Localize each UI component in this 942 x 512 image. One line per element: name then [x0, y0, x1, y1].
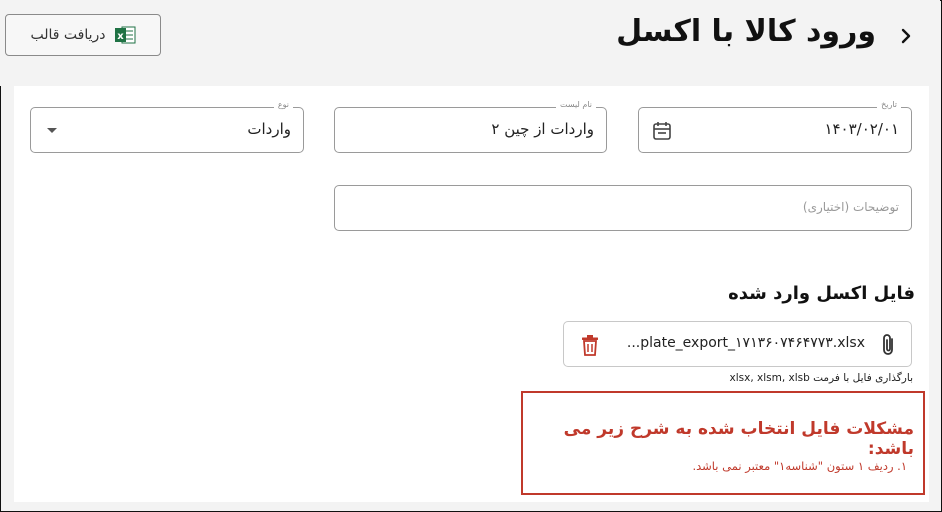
description-placeholder: توضیحات (اختیاری) — [802, 200, 899, 214]
paperclip-icon — [883, 334, 893, 355]
chevron-down-icon[interactable] — [47, 128, 57, 133]
uploaded-file-chip: ...plate_export_۱۷۱۳۶۰۷۴۶۴۷۷۳.xlsx — [563, 321, 912, 367]
calendar-icon[interactable] — [651, 120, 673, 142]
type-select[interactable]: نوع واردات — [30, 100, 304, 153]
page-header: ورود کالا با اکسل x دریافت قالب — [0, 0, 940, 86]
page-title: ورود کالا با اکسل — [616, 14, 876, 49]
svg-text:x: x — [117, 31, 124, 42]
trash-icon[interactable] — [580, 333, 600, 357]
list-name-field[interactable]: نام لیست واردات از چین ۲ — [334, 100, 607, 153]
chevron-right-icon[interactable] — [896, 26, 916, 46]
uploaded-file-title: فایل اکسل وارد شده — [728, 283, 915, 304]
list-name-legend: نام لیست — [555, 100, 596, 109]
type-legend: نوع — [273, 100, 293, 109]
type-value: واردات — [247, 120, 291, 138]
file-name: ...plate_export_۱۷۱۳۶۰۷۴۶۴۷۷۳.xlsx — [626, 335, 865, 351]
download-template-label: دریافت قالب — [30, 27, 106, 43]
error-title: مشکلات فایل انتخاب شده به شرح زیر می باش… — [563, 419, 914, 459]
description-field[interactable]: توضیحات (اختیاری) — [334, 185, 912, 231]
format-hint: بارگذاری فایل با فرمت xlsx, xlsm, xlsb — [729, 372, 914, 384]
excel-icon: x — [114, 26, 136, 44]
error-panel: مشکلات فایل انتخاب شده به شرح زیر می باش… — [521, 391, 925, 495]
download-template-button[interactable]: x دریافت قالب — [5, 14, 161, 56]
error-item: ۱. ردیف ۱ ستون "شناسه۱" معتبر نمی باشد. — [692, 459, 907, 473]
date-field[interactable]: تاریخ ۱۴۰۳/۰۲/۰۱ — [638, 100, 912, 153]
date-value: ۱۴۰۳/۰۲/۰۱ — [824, 120, 899, 138]
date-legend: تاریخ — [877, 100, 901, 109]
list-name-value: واردات از چین ۲ — [491, 120, 594, 138]
